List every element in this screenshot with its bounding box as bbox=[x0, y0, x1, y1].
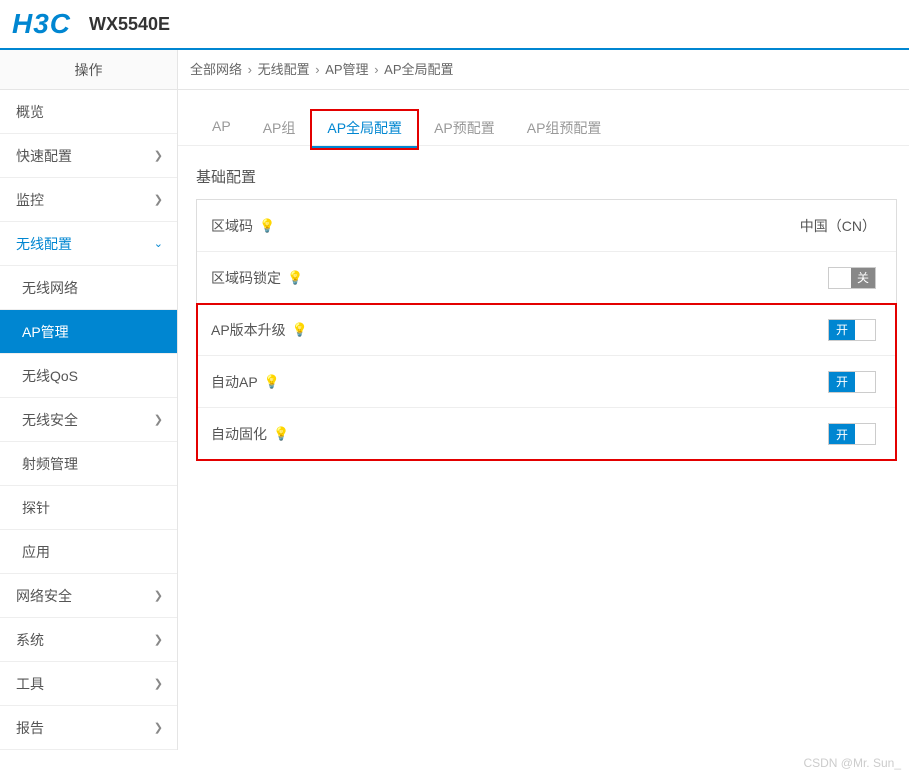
watermark: CSDN @Mr. Sun_ bbox=[803, 756, 901, 770]
breadcrumb-part[interactable]: AP管理 bbox=[325, 62, 368, 77]
nav-label: 探针 bbox=[22, 486, 50, 530]
app-header: H3C WX5540E bbox=[0, 0, 909, 48]
highlight-box: AP版本升级 💡 开 自动AP 💡 开 bbox=[197, 304, 896, 460]
help-bulb-icon[interactable]: 💡 bbox=[287, 270, 303, 286]
chevron-right-icon: ❯ bbox=[154, 618, 163, 662]
nav-label: 报告 bbox=[16, 706, 44, 750]
chevron-right-icon: ❯ bbox=[154, 706, 163, 750]
brand-text: H3C bbox=[12, 8, 71, 40]
nav-label: 概览 bbox=[16, 90, 44, 134]
row-ap-version-upgrade: AP版本升级 💡 开 bbox=[197, 304, 896, 356]
toggle-auto-solidify[interactable]: 开 bbox=[828, 423, 876, 445]
toggle-text: 开 bbox=[829, 426, 848, 443]
help-bulb-icon[interactable]: 💡 bbox=[259, 218, 275, 234]
nav-application[interactable]: 应用 bbox=[0, 530, 177, 574]
breadcrumb-part[interactable]: 无线配置 bbox=[258, 62, 310, 77]
sidebar-title: 操作 bbox=[0, 50, 177, 90]
nav-label: 工具 bbox=[16, 662, 44, 706]
sidebar: 操作 概览 快速配置 ❯ 监控 ❯ 无线配置 ⌄ 无线网络 AP管理 无线QoS… bbox=[0, 50, 177, 750]
region-code-value: 中国（CN） bbox=[800, 216, 876, 236]
config-label: AP版本升级 💡 bbox=[211, 320, 308, 340]
label-text: 自动AP bbox=[211, 372, 258, 392]
section-title: 基础配置 bbox=[178, 146, 909, 199]
tab-ap-preconfig[interactable]: AP预配置 bbox=[418, 110, 511, 146]
help-bulb-icon[interactable]: 💡 bbox=[273, 426, 289, 442]
breadcrumb-sep-icon: › bbox=[315, 62, 319, 77]
brand-logo: H3C bbox=[12, 8, 71, 40]
chevron-right-icon: ❯ bbox=[154, 134, 163, 178]
main-content: 全部网络 › 无线配置 › AP管理 › AP全局配置 AP AP组 AP全局配… bbox=[177, 50, 909, 750]
breadcrumb-sep-icon: › bbox=[374, 62, 378, 77]
toggle-handle bbox=[829, 268, 851, 288]
tab-ap-global-config[interactable]: AP全局配置 bbox=[311, 110, 418, 149]
row-auto-solidify: 自动固化 💡 开 bbox=[197, 408, 896, 460]
row-region-lock: 区域码锁定 💡 关 bbox=[197, 252, 896, 304]
nav-wireless-network[interactable]: 无线网络 bbox=[0, 266, 177, 310]
chevron-right-icon: ❯ bbox=[154, 574, 163, 618]
nav-label: 无线配置 bbox=[16, 222, 72, 266]
nav-ap-management[interactable]: AP管理 bbox=[0, 310, 177, 354]
chevron-right-icon: ❯ bbox=[154, 662, 163, 706]
chevron-down-icon: ⌄ bbox=[154, 222, 163, 266]
model-name: WX5540E bbox=[89, 14, 170, 35]
help-bulb-icon[interactable]: 💡 bbox=[264, 374, 280, 390]
toggle-text: 开 bbox=[829, 321, 848, 338]
nav-report[interactable]: 报告 ❯ bbox=[0, 706, 177, 750]
breadcrumb-part: AP全局配置 bbox=[384, 62, 453, 77]
nav-network-security[interactable]: 网络安全 ❯ bbox=[0, 574, 177, 618]
label-text: 区域码锁定 bbox=[211, 268, 281, 288]
config-panel: 区域码 💡 中国（CN） 区域码锁定 💡 关 AP版本升级 bbox=[196, 199, 897, 461]
tab-ap-group[interactable]: AP组 bbox=[247, 110, 312, 146]
breadcrumb-sep-icon: › bbox=[248, 62, 252, 77]
tab-ap[interactable]: AP bbox=[196, 110, 247, 142]
nav-label: 射频管理 bbox=[22, 442, 78, 486]
toggle-handle bbox=[855, 424, 875, 444]
label-text: 自动固化 bbox=[211, 424, 267, 444]
nav-quick-config[interactable]: 快速配置 ❯ bbox=[0, 134, 177, 178]
tab-ap-group-preconfig[interactable]: AP组预配置 bbox=[511, 110, 618, 146]
toggle-handle bbox=[855, 372, 875, 392]
label-text: AP版本升级 bbox=[211, 320, 286, 340]
toggle-ap-version-upgrade[interactable]: 开 bbox=[828, 319, 876, 341]
toggle-text: 关 bbox=[851, 269, 875, 286]
nav-label: 无线网络 bbox=[22, 266, 78, 310]
tabs: AP AP组 AP全局配置 AP预配置 AP组预配置 bbox=[178, 90, 909, 146]
nav-label: 应用 bbox=[22, 530, 50, 574]
toggle-region-lock[interactable]: 关 bbox=[828, 267, 876, 289]
nav-label: 网络安全 bbox=[16, 574, 72, 618]
row-auto-ap: 自动AP 💡 开 bbox=[197, 356, 896, 408]
config-label: 区域码 💡 bbox=[211, 216, 275, 236]
config-label: 自动AP 💡 bbox=[211, 372, 280, 392]
toggle-text: 开 bbox=[829, 373, 848, 390]
nav-tools[interactable]: 工具 ❯ bbox=[0, 662, 177, 706]
nav-label: 无线QoS bbox=[22, 354, 78, 398]
nav-system[interactable]: 系统 ❯ bbox=[0, 618, 177, 662]
nav-probe[interactable]: 探针 bbox=[0, 486, 177, 530]
nav-wireless-qos[interactable]: 无线QoS bbox=[0, 354, 177, 398]
nav-label: AP管理 bbox=[22, 310, 69, 354]
chevron-right-icon: ❯ bbox=[154, 398, 163, 442]
chevron-right-icon: ❯ bbox=[154, 178, 163, 222]
nav-monitor[interactable]: 监控 ❯ bbox=[0, 178, 177, 222]
nav-label: 系统 bbox=[16, 618, 44, 662]
nav-label: 快速配置 bbox=[16, 134, 72, 178]
nav-wireless-config[interactable]: 无线配置 ⌄ bbox=[0, 222, 177, 266]
toggle-handle bbox=[855, 320, 875, 340]
nav-rf-management[interactable]: 射频管理 bbox=[0, 442, 177, 486]
breadcrumb-part[interactable]: 全部网络 bbox=[190, 62, 242, 77]
config-label: 区域码锁定 💡 bbox=[211, 268, 303, 288]
label-text: 区域码 bbox=[211, 216, 253, 236]
help-bulb-icon[interactable]: 💡 bbox=[292, 322, 308, 338]
nav-label: 无线安全 bbox=[22, 398, 78, 442]
row-region-code: 区域码 💡 中国（CN） bbox=[197, 200, 896, 252]
config-label: 自动固化 💡 bbox=[211, 424, 289, 444]
nav-label: 监控 bbox=[16, 178, 44, 222]
nav-overview[interactable]: 概览 bbox=[0, 90, 177, 134]
breadcrumb: 全部网络 › 无线配置 › AP管理 › AP全局配置 bbox=[178, 50, 909, 90]
nav-wireless-security[interactable]: 无线安全 ❯ bbox=[0, 398, 177, 442]
toggle-auto-ap[interactable]: 开 bbox=[828, 371, 876, 393]
